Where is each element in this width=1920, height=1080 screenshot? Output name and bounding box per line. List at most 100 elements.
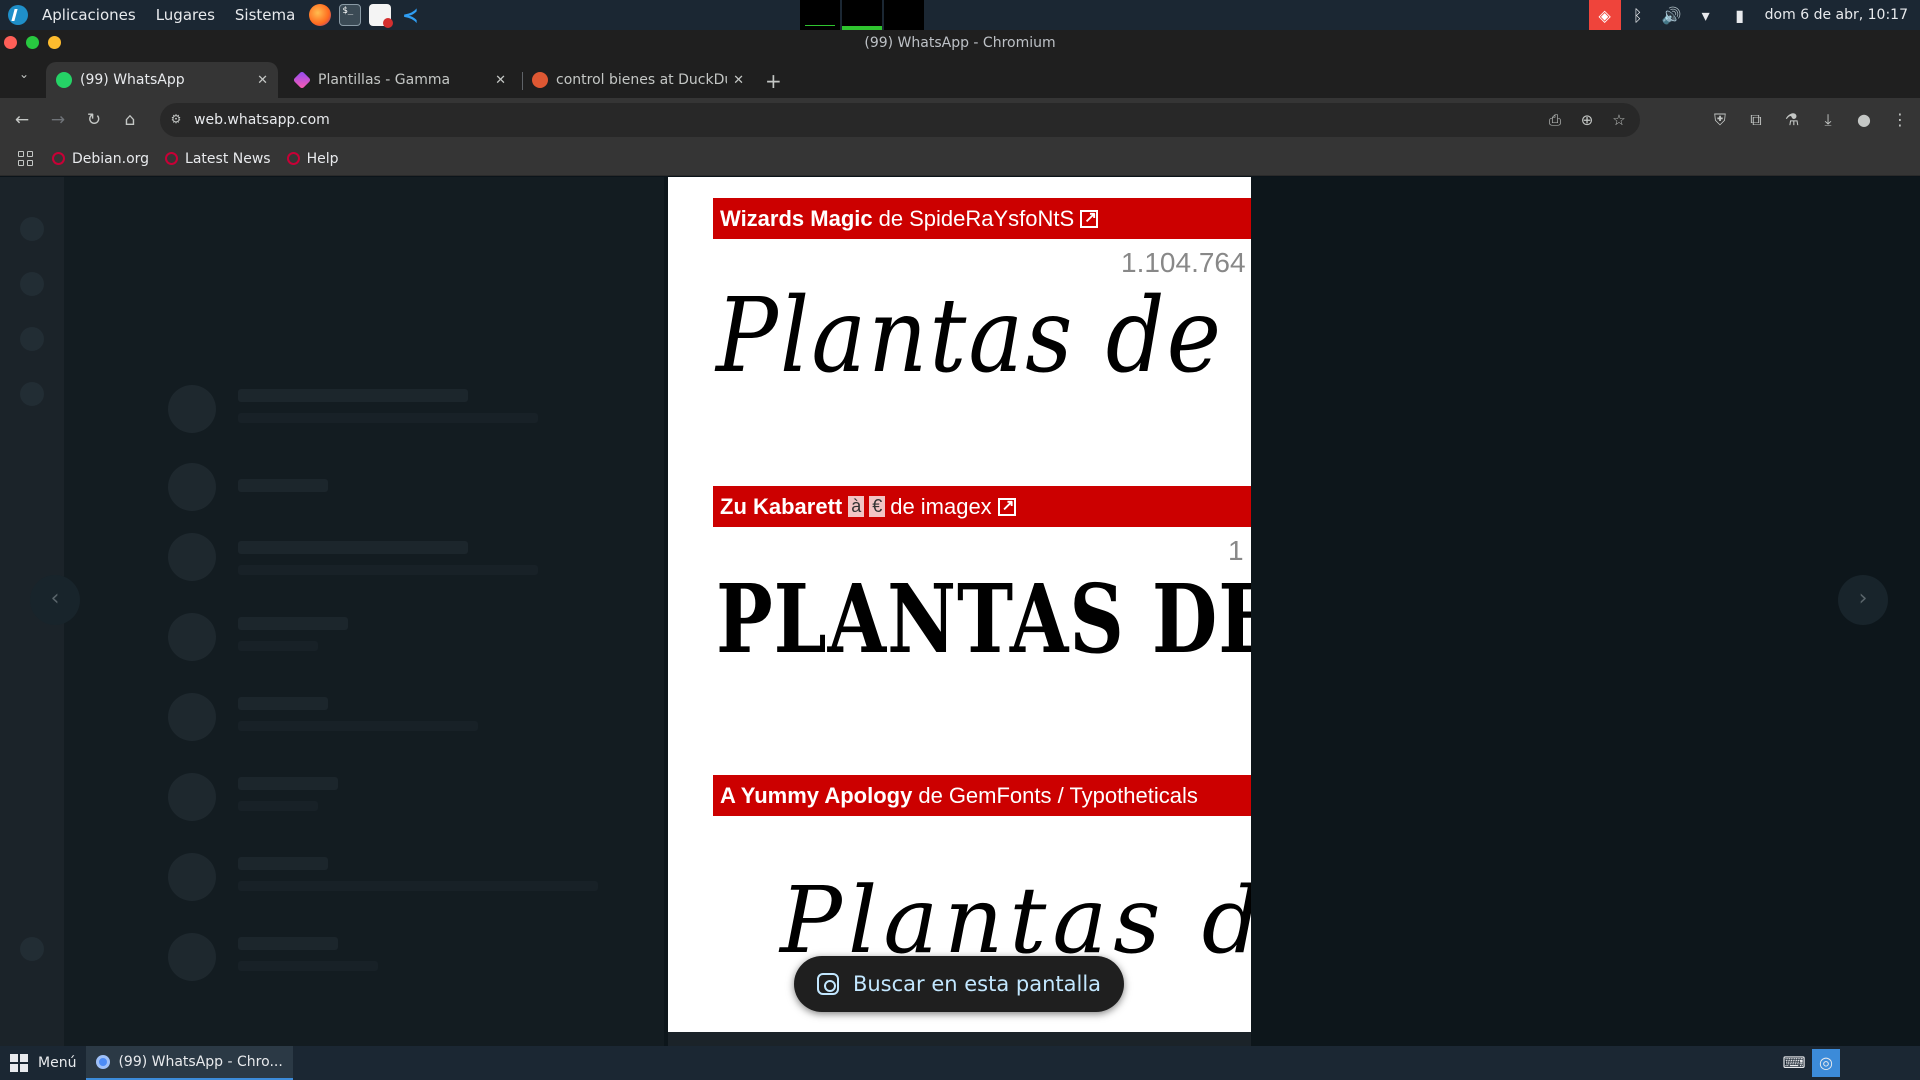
menu-sistema[interactable]: Sistema	[225, 0, 305, 30]
taskbar-window-label: (99) WhatsApp - Chro...	[118, 1054, 283, 1070]
menu-aplicaciones[interactable]: Aplicaciones	[32, 0, 146, 30]
font-name: A Yummy Apology	[720, 782, 913, 808]
chat-title-placeholder	[238, 541, 468, 554]
system-monitor	[800, 0, 926, 30]
memory-monitor	[842, 0, 882, 30]
bookmark-latest-news[interactable]: Latest News	[165, 151, 271, 167]
avatar	[168, 853, 216, 901]
keyboard-layout-icon[interactable]: ⌨	[1780, 1049, 1808, 1077]
extensions-puzzle-icon[interactable]: ⧉	[1744, 108, 1768, 132]
clock[interactable]: dom 6 de abr, 10:17	[1765, 7, 1908, 23]
site-info-icon[interactable]: ⚙	[168, 112, 184, 128]
font-header-a-yummy-apology: A Yummy Apology de GemFonts / Typothetic…	[713, 775, 1251, 816]
shield-extension-icon[interactable]: ⛨	[1708, 108, 1732, 132]
zoom-icon[interactable]: ⊕	[1576, 109, 1598, 131]
font-name: Zu Kabarett	[720, 493, 843, 519]
search-this-screen-label: Buscar en esta pantalla	[852, 972, 1102, 996]
bluetooth-icon[interactable]: ᛒ	[1625, 2, 1651, 28]
font-by: de	[918, 782, 943, 808]
tab-close-icon[interactable]: ✕	[257, 73, 268, 88]
firefox-icon[interactable]	[309, 4, 332, 26]
taskbar-window-whatsapp[interactable]: (99) WhatsApp - Chro...	[86, 1046, 293, 1080]
kebab-menu-icon[interactable]: ⋮	[1888, 108, 1912, 132]
document-icon[interactable]	[369, 4, 394, 28]
glyph-sample: à	[848, 496, 865, 517]
start-menu-button[interactable]: Menú	[0, 1046, 86, 1080]
os-taskbar: Menú (99) WhatsApp - Chro... ⌨ ◎	[0, 1046, 1920, 1080]
menu-lugares[interactable]: Lugares	[146, 0, 225, 30]
media-image: Wizards Magic de SpideRaYsfoNtS 1.104.76…	[668, 177, 1251, 1032]
tab-duckduckgo[interactable]: control bienes at DuckDu ✕	[522, 62, 754, 98]
browser-toolbar: ← → ↻ ⌂ ⚙ web.whatsapp.com ⎙ ⊕ ☆ ⛨ ⧉ ⚗ ⤓…	[0, 98, 1920, 142]
next-media-chevron-icon[interactable]: ›	[1838, 575, 1888, 625]
new-tab-plus-icon[interactable]: +	[765, 69, 782, 93]
vscode-icon[interactable]: ≺	[399, 4, 421, 26]
distro-logo-icon[interactable]	[8, 5, 28, 25]
window-titlebar: (99) WhatsApp - Chromium	[0, 30, 1920, 56]
glyph-sample: €	[869, 496, 886, 517]
network-monitor	[884, 0, 924, 30]
tab-gamma[interactable]: Plantillas - Gamma ✕	[284, 62, 516, 98]
download-count: 1.104.764	[1121, 247, 1246, 278]
gamma-icon	[292, 70, 312, 90]
address-url[interactable]: web.whatsapp.com	[194, 112, 330, 128]
avatar	[168, 463, 216, 511]
profile-avatar-icon[interactable]: ●	[1852, 108, 1876, 132]
home-icon[interactable]: ⌂	[118, 108, 142, 132]
chromium-tray-icon[interactable]: ◎	[1812, 1049, 1840, 1077]
bookmark-label: Debian.org	[72, 150, 150, 167]
avatar	[168, 693, 216, 741]
avatar	[168, 385, 216, 433]
channels-nav-icon	[20, 327, 44, 351]
install-app-icon[interactable]: ⎙	[1544, 109, 1566, 131]
labs-flask-icon[interactable]: ⚗	[1780, 108, 1804, 132]
chat-preview-placeholder	[238, 881, 598, 891]
tab-strip: ⌄ (99) WhatsApp ✕ Plantillas - Gamma ✕ c…	[0, 56, 1920, 98]
terminal-icon[interactable]: $_	[339, 4, 362, 26]
volume-icon[interactable]: 🔊	[1659, 2, 1685, 28]
chat-list-dimmed	[64, 177, 664, 1046]
previous-media-chevron-icon[interactable]: ‹	[30, 575, 80, 625]
tab-whatsapp[interactable]: (99) WhatsApp ✕	[46, 62, 278, 98]
os-top-panel: Aplicaciones Lugares Sistema $_ ≺ ◈ ᛒ 🔊 …	[0, 0, 1920, 30]
whatsapp-icon	[56, 72, 72, 88]
font-header-zu-kabarett: Zu Kabarett à € de imagex	[713, 486, 1251, 527]
tab-close-icon[interactable]: ✕	[495, 73, 506, 88]
bookmark-help[interactable]: Help	[286, 151, 339, 167]
chat-title-placeholder	[238, 857, 328, 870]
chromium-icon	[96, 1055, 111, 1069]
apps-grid-icon[interactable]	[18, 150, 34, 167]
bookmark-debian[interactable]: Debian.org	[52, 151, 149, 167]
font-by: de	[890, 493, 915, 519]
download-icon[interactable]: ⤓	[1816, 108, 1840, 132]
address-bar[interactable]: ⚙ web.whatsapp.com ⎙ ⊕ ☆	[160, 103, 1640, 137]
debian-swirl-icon	[286, 152, 300, 165]
anydesk-icon[interactable]: ◈	[1588, 0, 1621, 30]
duckduckgo-icon	[532, 72, 548, 88]
wifi-icon[interactable]: ▾	[1693, 2, 1719, 28]
tab-close-icon[interactable]: ✕	[733, 73, 744, 88]
chat-title-placeholder	[238, 777, 338, 790]
reload-icon[interactable]: ↻	[82, 108, 106, 132]
chats-nav-icon	[20, 217, 44, 241]
tab-search-chevron-icon[interactable]: ⌄	[14, 67, 34, 87]
battery-icon[interactable]: ▮	[1727, 2, 1753, 28]
bookmark-label: Latest News	[185, 150, 271, 167]
chat-title-placeholder	[238, 479, 328, 492]
search-this-screen-button[interactable]: Buscar en esta pantalla	[794, 956, 1124, 1012]
chat-preview-placeholder	[238, 641, 318, 651]
font-header-wizards-magic: Wizards Magic de SpideRaYsfoNtS	[713, 198, 1251, 239]
cpu-monitor	[800, 0, 840, 30]
chat-title-placeholder	[238, 617, 348, 630]
chat-title-placeholder	[238, 937, 338, 950]
external-link-icon	[997, 496, 1016, 516]
bookmark-star-icon[interactable]: ☆	[1608, 109, 1630, 131]
back-arrow-icon[interactable]: ←	[10, 108, 34, 132]
chat-preview-placeholder	[238, 801, 318, 811]
communities-nav-icon	[20, 382, 44, 406]
avatar	[168, 933, 216, 981]
external-link-icon	[1080, 208, 1099, 228]
media-caption-area	[668, 1032, 1251, 1046]
forward-arrow-icon[interactable]: →	[46, 108, 70, 132]
debian-swirl-icon	[52, 152, 65, 165]
